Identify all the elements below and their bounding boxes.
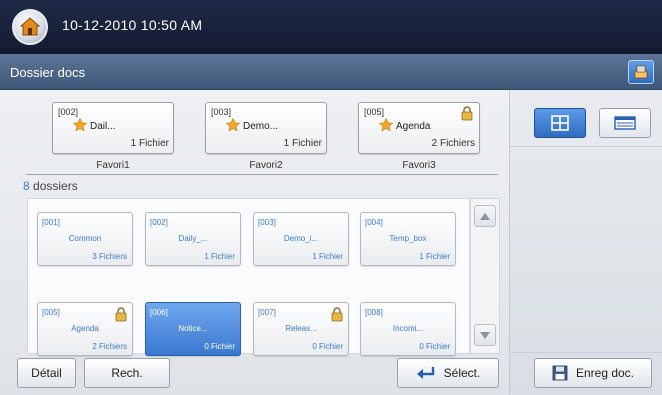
folder-code: [001]: [42, 218, 60, 227]
folder-name: Daily_...: [178, 234, 208, 243]
detail-button-label: Détail: [31, 366, 62, 380]
folder-scrollbar[interactable]: [470, 198, 500, 354]
side-panel: Enreg doc.: [509, 90, 662, 395]
folder-name: Common: [68, 234, 102, 243]
home-icon: [19, 17, 41, 36]
folder-name: Demo_i...: [283, 234, 319, 243]
folder-item-004[interactable]: [004] Temp_box 1 Fichier: [360, 212, 456, 266]
page-title: Dossier docs: [10, 65, 86, 80]
favorite-code: [003]: [211, 107, 232, 117]
folder-item-008[interactable]: [008] Incomi... 0 Fichier: [360, 302, 456, 356]
grid-view-button[interactable]: [534, 108, 586, 138]
list-view-icon: [614, 116, 636, 130]
lock-icon: [115, 307, 127, 322]
title-bar: Dossier docs: [0, 54, 662, 90]
scroll-down-button[interactable]: [474, 324, 496, 346]
folder-item-005[interactable]: [005] Agenda 2 Fichiers: [37, 302, 133, 356]
folder-item-006[interactable]: [006] Notice... 0 Fichier: [145, 302, 241, 356]
select-button[interactable]: Sélect.: [397, 358, 499, 388]
folder-code: [002]: [150, 218, 168, 227]
folder-count-text: dossiers: [29, 179, 78, 193]
select-button-label: Sélect.: [443, 366, 481, 380]
folder-name: Agenda: [71, 324, 99, 333]
tray-button[interactable]: [628, 60, 654, 84]
home-button[interactable]: [12, 9, 48, 45]
folder-file-count: 3 Fichiers: [92, 252, 127, 261]
star-icon: [379, 118, 393, 132]
favorite-label-1: Favori1: [96, 160, 130, 171]
folder-code: [008]: [365, 308, 383, 317]
favorite-name: Agenda: [396, 121, 431, 132]
star-icon: [226, 118, 240, 132]
favorite-button-3[interactable]: [005] Agenda 2 Fichiers: [358, 102, 480, 154]
arrow-down-icon: [480, 331, 490, 339]
divider: [510, 146, 662, 147]
favorite-name: Demo...: [243, 121, 279, 132]
status-bar: 10-12-2010 10:50 AM: [0, 0, 662, 54]
list-view-button[interactable]: [599, 108, 651, 138]
save-document-button[interactable]: Enreg doc.: [534, 358, 652, 388]
search-button-label: Rech.: [111, 366, 143, 380]
folder-file-count: 0 Fichier: [419, 342, 450, 351]
datetime-display: 10-12-2010 10:50 AM: [62, 17, 203, 33]
floppy-disk-icon: [552, 365, 568, 381]
divider: [26, 174, 498, 175]
favorite-label-2: Favori2: [249, 160, 283, 171]
folder-file-count: 0 Fichier: [204, 342, 235, 351]
lock-icon: [461, 106, 473, 121]
folder-item-003[interactable]: [003] Demo_i... 1 Fichier: [253, 212, 349, 266]
folder-panel: [002] Dail... 1 Fichier Favori1 [003] De…: [0, 90, 509, 395]
folder-grid: [001] Common 3 Fichiers [002] Daily_... …: [27, 198, 470, 356]
folder-file-count: 2 Fichiers: [92, 342, 127, 351]
search-button[interactable]: Rech.: [84, 358, 170, 388]
folder-name: Incomi...: [392, 324, 424, 333]
folder-item-002[interactable]: [002] Daily_... 1 Fichier: [145, 212, 241, 266]
folder-code: [005]: [42, 308, 60, 317]
folder-code: [003]: [258, 218, 276, 227]
folder-name: Notice...: [178, 324, 208, 333]
save-document-label: Enreg doc.: [575, 366, 635, 380]
arrow-up-icon: [480, 212, 490, 220]
favorite-label-3: Favori3: [402, 160, 436, 171]
folder-count: 8 dossiers: [23, 179, 78, 193]
folder-name: Temp_box: [389, 234, 427, 243]
detail-button[interactable]: Détail: [17, 358, 76, 388]
favorite-count: 2 Fichiers: [431, 138, 475, 149]
scroll-up-button[interactable]: [474, 205, 496, 227]
favorite-button-1[interactable]: [002] Dail... 1 Fichier: [52, 102, 174, 154]
folder-code: [007]: [258, 308, 276, 317]
favorite-name: Dail...: [90, 121, 116, 132]
folder-count-number: 8: [23, 179, 30, 193]
star-icon: [73, 118, 87, 132]
folder-file-count: 1 Fichier: [204, 252, 235, 261]
folder-file-count: 1 Fichier: [312, 252, 343, 261]
favorite-button-2[interactable]: [003] Demo... 1 Fichier: [205, 102, 327, 154]
favorite-code: [002]: [58, 107, 79, 117]
grid-view-icon: [551, 115, 569, 131]
folder-code: [004]: [365, 218, 383, 227]
folder-item-001[interactable]: [001] Common 3 Fichiers: [37, 212, 133, 266]
folder-file-count: 0 Fichier: [312, 342, 343, 351]
divider: [510, 352, 662, 353]
favorite-code: [005]: [364, 107, 385, 117]
folder-item-007[interactable]: [007] Releas... 0 Fichier: [253, 302, 349, 356]
favorite-count: 1 Fichier: [130, 138, 169, 149]
tray-icon: [634, 65, 648, 79]
folder-name: Releas...: [285, 324, 317, 333]
folder-code: [006]: [150, 308, 168, 317]
lock-icon: [331, 307, 343, 322]
enter-arrow-icon: [416, 367, 434, 379]
favorite-count: 1 Fichier: [283, 138, 322, 149]
folder-file-count: 1 Fichier: [419, 252, 450, 261]
